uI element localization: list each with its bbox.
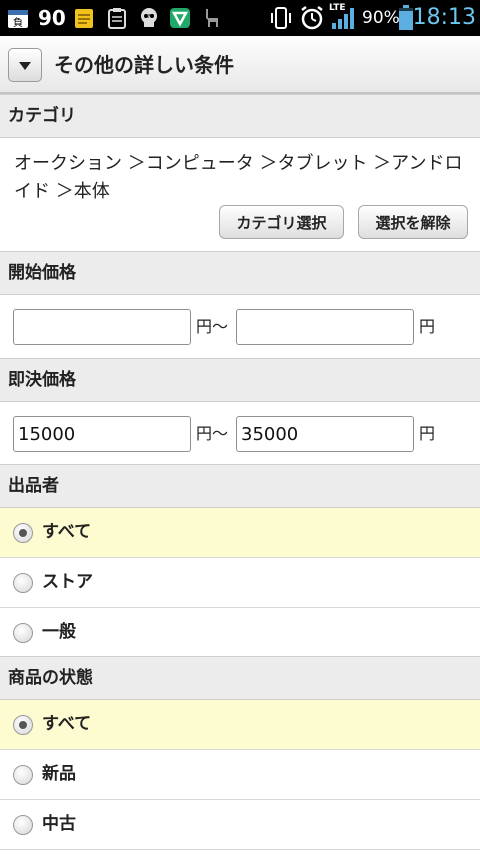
category-heading: カテゴリ — [0, 94, 480, 138]
condition-option-label: すべて — [42, 714, 92, 734]
seller-option-label: ストア — [42, 572, 93, 592]
condition-option-used[interactable]: 中古 — [0, 800, 480, 850]
battery-percent: 90% — [362, 8, 400, 28]
category-breadcrumb: オークション ＞コンピュータ ＞タブレット ＞アンドロイド ＞本体 — [14, 153, 463, 202]
start-price-row: 円〜 円 — [0, 295, 480, 359]
alarm-icon — [299, 5, 325, 31]
calendar-icon: 負 — [6, 5, 30, 31]
status-bar: 負 90 OFF LTE 90% 18:13 — [0, 0, 480, 36]
condition-option-label: 中古 — [42, 814, 76, 834]
condition-option-label: 新品 — [42, 764, 76, 784]
radio-button[interactable] — [13, 815, 33, 835]
buyout-price-range-unit: 円〜 — [196, 424, 229, 443]
seller-option-all[interactable]: すべて — [0, 508, 480, 558]
page-title: その他の詳しい条件 — [54, 53, 234, 77]
clock: 18:13 — [412, 5, 476, 30]
collapse-toggle-button[interactable] — [8, 48, 42, 82]
clear-selection-button[interactable]: 選択を解除 — [358, 205, 468, 239]
condition-option-new[interactable]: 新品 — [0, 750, 480, 800]
buyout-price-heading: 即決価格 — [0, 358, 480, 402]
start-price-unit: 円 — [419, 317, 436, 336]
category-select-button[interactable]: カテゴリ選択 — [219, 205, 344, 239]
svg-text:OFF: OFF — [144, 14, 154, 20]
notification-count: 90 — [38, 6, 66, 30]
condition-option-all[interactable]: すべて — [0, 700, 480, 750]
seller-option-general[interactable]: 一般 — [0, 608, 480, 658]
llama-icon — [200, 5, 224, 31]
seller-option-label: すべて — [42, 522, 92, 542]
buyout-price-row: 円〜 円 — [0, 402, 480, 466]
battery-icon — [398, 5, 414, 31]
buyout-price-max-input[interactable] — [236, 416, 414, 452]
radio-button[interactable] — [13, 573, 33, 593]
radio-button[interactable] — [13, 715, 33, 735]
notes-icon — [72, 5, 96, 31]
svg-text:負: 負 — [13, 17, 23, 29]
clipboard-icon — [105, 5, 129, 31]
radio-button[interactable] — [13, 623, 33, 643]
start-price-heading: 開始価格 — [0, 251, 480, 295]
vpn-shield-icon — [168, 5, 192, 31]
seller-option-label: 一般 — [42, 622, 76, 642]
filter-header: その他の詳しい条件 — [0, 36, 480, 94]
start-price-min-input[interactable] — [13, 309, 191, 345]
buyout-price-min-input[interactable] — [13, 416, 191, 452]
buyout-price-unit: 円 — [419, 424, 436, 443]
chevron-down-icon — [18, 56, 32, 75]
start-price-max-input[interactable] — [236, 309, 414, 345]
vibrate-icon — [268, 5, 294, 31]
seller-option-store[interactable]: ストア — [0, 558, 480, 608]
radio-button[interactable] — [13, 523, 33, 543]
condition-heading: 商品の状態 — [0, 656, 480, 700]
seller-heading: 出品者 — [0, 464, 480, 508]
skull-off-icon: OFF — [137, 5, 161, 31]
start-price-range-unit: 円〜 — [196, 317, 229, 336]
signal-icon — [330, 5, 358, 31]
radio-button[interactable] — [13, 765, 33, 785]
